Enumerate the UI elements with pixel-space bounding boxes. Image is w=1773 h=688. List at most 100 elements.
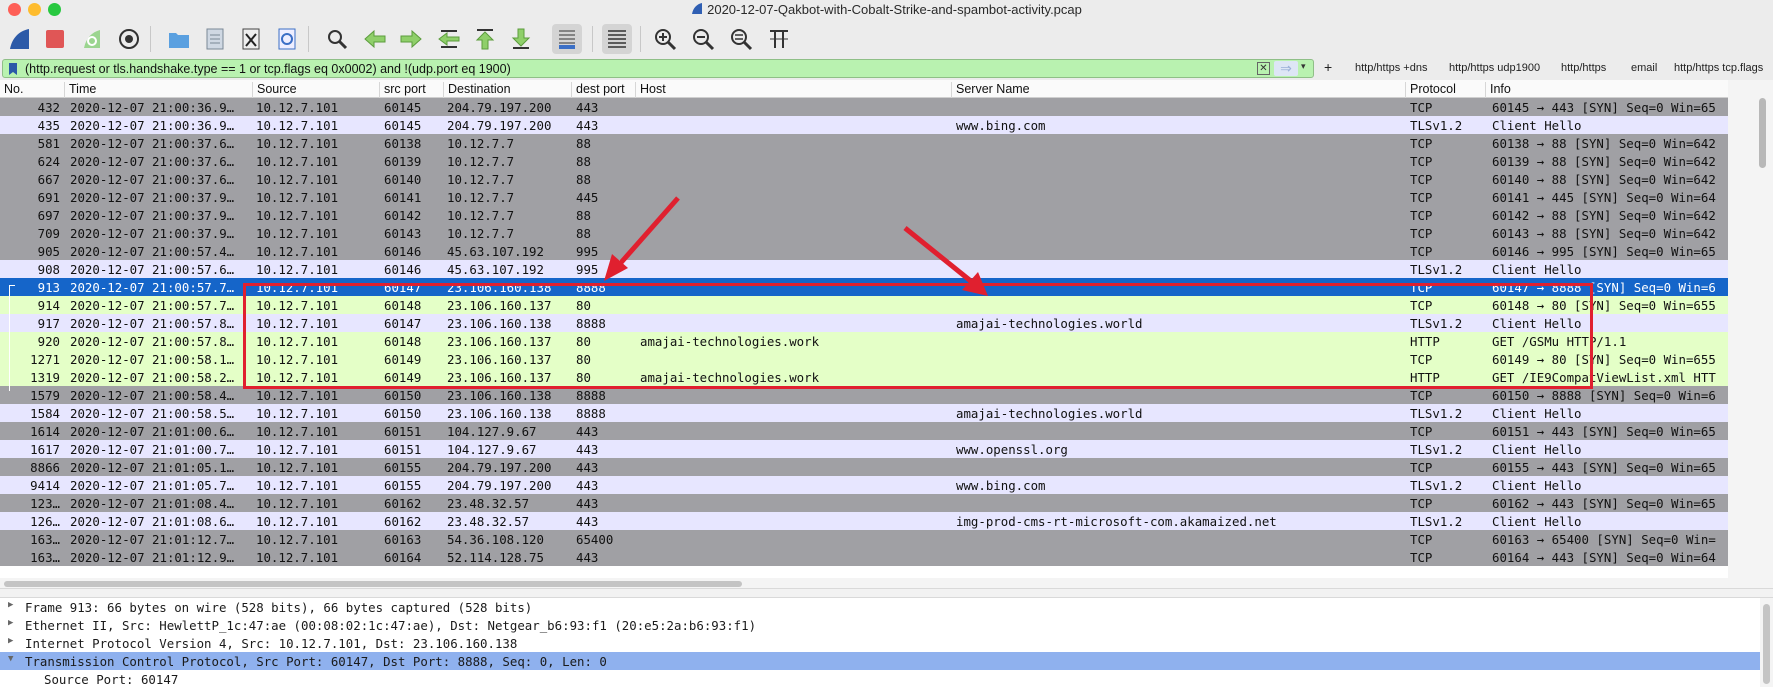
minimize-window-icon[interactable] xyxy=(28,3,41,16)
packet-row[interactable]: 432 2020-12-07 21:00:36.9… 10.12.7.101 6014… xyxy=(0,98,1728,116)
packet-row[interactable]: 697 2020-12-07 21:00:37.9… 10.12.7.101 6014… xyxy=(0,206,1728,224)
close-window-icon[interactable] xyxy=(8,3,21,16)
go-to-packet-icon[interactable] xyxy=(434,24,464,54)
packet-row[interactable]: 1614 2020-12-07 21:01:00.6… 10.12.7.101 601… xyxy=(0,422,1728,440)
packet-row[interactable]: 435 2020-12-07 21:00:36.9… 10.12.7.101 6014… xyxy=(0,116,1728,134)
reload-icon[interactable] xyxy=(272,24,302,54)
bookmark-icon[interactable] xyxy=(8,62,18,76)
restart-icon[interactable] xyxy=(76,24,106,54)
open-file-icon[interactable] xyxy=(164,24,194,54)
details-vertical-scrollbar[interactable] xyxy=(1760,598,1773,687)
packet-row[interactable]: 691 2020-12-07 21:00:37.9… 10.12.7.101 6014… xyxy=(0,188,1728,206)
stop-icon[interactable] xyxy=(40,24,70,54)
clear-filter-icon[interactable]: ✕ xyxy=(1257,62,1270,75)
packet-row[interactable]: 8866 2020-12-07 21:01:05.1… 10.12.7.101 601… xyxy=(0,458,1728,476)
zoom-window-icon[interactable] xyxy=(48,3,61,16)
cell-info: Client Hello xyxy=(1492,118,1582,133)
cell-proto: TLSv1.2 xyxy=(1410,316,1463,331)
detail-text: Transmission Control Protocol, Src Port:… xyxy=(25,654,607,669)
packet-list-vertical-scrollbar[interactable] xyxy=(1728,80,1773,588)
filter-button-4[interactable]: email xyxy=(1631,62,1657,74)
column-time[interactable]: Time xyxy=(64,82,96,98)
packet-row[interactable]: 917 2020-12-07 21:00:57.8… 10.12.7.101 6014… xyxy=(0,314,1728,332)
last-packet-icon[interactable] xyxy=(506,24,536,54)
column-source[interactable]: Source xyxy=(252,82,297,98)
cell-time: 2020-12-07 21:00:57.8… xyxy=(70,334,235,349)
packet-row[interactable]: 913 2020-12-07 21:00:57.7… 10.12.7.101 6014… xyxy=(0,278,1728,296)
scrollbar-thumb[interactable] xyxy=(1759,98,1766,168)
go-forward-icon[interactable] xyxy=(396,24,426,54)
column-no[interactable]: No. xyxy=(0,82,23,98)
scrollbar-thumb[interactable] xyxy=(4,581,742,587)
filter-button-2[interactable]: http/https udp1900 xyxy=(1449,62,1540,74)
apply-filter-icon[interactable]: ⇒ xyxy=(1274,61,1298,76)
cell-sport: 60150 xyxy=(384,406,422,421)
packet-row[interactable]: 1319 2020-12-07 21:00:58.2… 10.12.7.101 601… xyxy=(0,368,1728,386)
filter-button-5[interactable]: http/https tcp.flags xyxy=(1674,62,1763,74)
shark-fin-icon[interactable] xyxy=(4,24,34,54)
packet-row[interactable]: 123… 2020-12-07 21:01:08.4… 10.12.7.101 601… xyxy=(0,494,1728,512)
cell-no: 163… xyxy=(30,532,60,547)
expand-arrow-icon[interactable]: ▶ xyxy=(8,636,13,646)
capture-options-icon[interactable] xyxy=(114,24,144,54)
pane-splitter[interactable] xyxy=(0,588,1773,598)
detail-row[interactable]: ▶ Frame 913: 66 bytes on wire (528 bits),… xyxy=(0,598,1760,616)
packet-row[interactable]: 1617 2020-12-07 21:01:00.7… 10.12.7.101 601… xyxy=(0,440,1728,458)
display-filter-input[interactable]: (http.request or tls.handshake.type == 1… xyxy=(2,59,1314,78)
packet-row[interactable]: 126… 2020-12-07 21:01:08.6… 10.12.7.101 601… xyxy=(0,512,1728,530)
packet-list-horizontal-scrollbar[interactable] xyxy=(0,578,1728,588)
column-src-port[interactable]: src port xyxy=(379,82,426,98)
cell-dport: 8888 xyxy=(576,280,606,295)
cell-time: 2020-12-07 21:01:12.9… xyxy=(70,550,235,565)
packet-row[interactable]: 667 2020-12-07 21:00:37.6… 10.12.7.101 6014… xyxy=(0,170,1728,188)
packet-row[interactable]: 920 2020-12-07 21:00:57.8… 10.12.7.101 6014… xyxy=(0,332,1728,350)
filter-history-icon[interactable]: ▾ xyxy=(1301,61,1306,72)
expand-arrow-icon[interactable]: ▶ xyxy=(8,600,13,610)
detail-row[interactable]: Source Port: 60147 xyxy=(0,670,1760,688)
cell-dst: 45.63.107.192 xyxy=(447,244,544,259)
detail-row[interactable]: ▶ Ethernet II, Src: HewlettP_1c:47:ae (00… xyxy=(0,616,1760,634)
resize-columns-icon[interactable] xyxy=(764,24,794,54)
column-dest-port[interactable]: dest port xyxy=(571,82,625,98)
packet-row[interactable]: 908 2020-12-07 21:00:57.6… 10.12.7.101 6014… xyxy=(0,260,1728,278)
zoom-in-icon[interactable] xyxy=(650,24,680,54)
filter-button-3[interactable]: http/https xyxy=(1561,62,1606,74)
column-protocol[interactable]: Protocol xyxy=(1405,82,1456,98)
scrollbar-thumb[interactable] xyxy=(1763,604,1770,684)
packet-row[interactable]: 163… 2020-12-07 21:01:12.9… 10.12.7.101 601… xyxy=(0,548,1728,566)
close-file-icon[interactable] xyxy=(236,24,266,54)
column-server-name[interactable]: Server Name xyxy=(951,82,1030,98)
column-info[interactable]: Info xyxy=(1485,82,1511,98)
filter-button-1[interactable]: http/https +dns xyxy=(1355,62,1427,74)
packet-row[interactable]: 905 2020-12-07 21:00:57.4… 10.12.7.101 6014… xyxy=(0,242,1728,260)
cell-dport: 995 xyxy=(576,262,599,277)
expand-arrow-icon[interactable]: ▶ xyxy=(8,618,13,628)
packet-row[interactable]: 581 2020-12-07 21:00:37.6… 10.12.7.101 6013… xyxy=(0,134,1728,152)
packet-row[interactable]: 709 2020-12-07 21:00:37.9… 10.12.7.101 6014… xyxy=(0,224,1728,242)
packet-row[interactable]: 9414 2020-12-07 21:01:05.7… 10.12.7.101 601… xyxy=(0,476,1728,494)
zoom-out-icon[interactable] xyxy=(688,24,718,54)
collapse-arrow-icon[interactable]: ▼ xyxy=(8,654,13,664)
detail-row[interactable]: ▼ Transmission Control Protocol, Src Port… xyxy=(0,652,1760,670)
packet-row[interactable]: 1579 2020-12-07 21:00:58.4… 10.12.7.101 601… xyxy=(0,386,1728,404)
column-destination[interactable]: Destination xyxy=(443,82,511,98)
go-back-icon[interactable] xyxy=(360,24,390,54)
first-packet-icon[interactable] xyxy=(470,24,500,54)
cell-sni: www.bing.com xyxy=(956,478,1046,493)
normal-size-icon[interactable] xyxy=(726,24,756,54)
packet-row[interactable]: 1584 2020-12-07 21:00:58.5… 10.12.7.101 601… xyxy=(0,404,1728,422)
packet-row[interactable]: 1271 2020-12-07 21:00:58.1… 10.12.7.101 601… xyxy=(0,350,1728,368)
detail-text: Source Port: 60147 xyxy=(44,672,179,687)
column-host[interactable]: Host xyxy=(635,82,666,98)
find-icon[interactable] xyxy=(322,24,352,54)
add-filter-button[interactable]: + xyxy=(1324,59,1332,75)
packet-row[interactable]: 914 2020-12-07 21:00:57.7… 10.12.7.101 6014… xyxy=(0,296,1728,314)
packet-row[interactable]: 163… 2020-12-07 21:01:12.7… 10.12.7.101 601… xyxy=(0,530,1728,548)
cell-dst: 23.106.160.138 xyxy=(447,316,552,331)
packet-row[interactable]: 624 2020-12-07 21:00:37.6… 10.12.7.101 6013… xyxy=(0,152,1728,170)
colorize-icon[interactable] xyxy=(602,24,632,54)
file-icon[interactable] xyxy=(200,24,230,54)
detail-row[interactable]: ▶ Internet Protocol Version 4, Src: 10.12… xyxy=(0,634,1760,652)
autoscroll-icon[interactable] xyxy=(552,24,582,54)
detail-text: Internet Protocol Version 4, Src: 10.12.… xyxy=(25,636,518,651)
